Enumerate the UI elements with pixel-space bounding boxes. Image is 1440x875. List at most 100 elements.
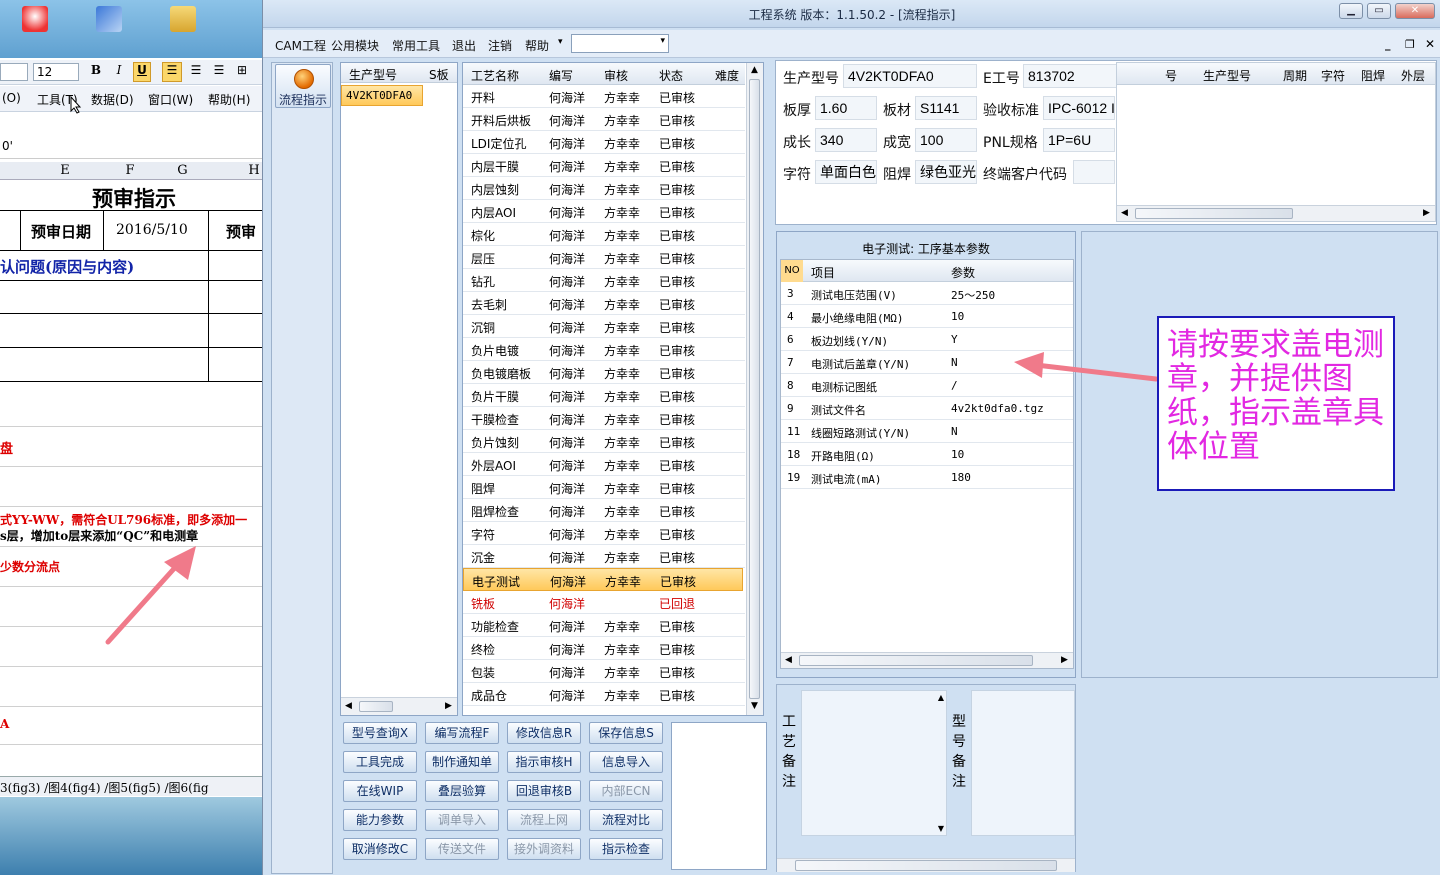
model-field[interactable]: 4V2KT0DFA0 (843, 64, 977, 88)
thickness-field[interactable]: 1.60 (815, 96, 877, 120)
table-row[interactable]: 内层干膜 何海洋 方幸幸 已审核 (463, 154, 745, 177)
folder-shortcut-icon[interactable] (170, 6, 196, 32)
hist-col-char[interactable]: 字符 (1321, 67, 1345, 84)
action-button[interactable]: 传送文件 (425, 838, 499, 860)
table-row[interactable]: 干膜检查 何海洋 方幸幸 已审核 (463, 407, 745, 430)
scroll-down-icon[interactable]: ▼ (938, 824, 944, 833)
menu-cam[interactable]: CAM工程 (275, 37, 326, 54)
action-button[interactable]: 指示检查 (589, 838, 663, 860)
history-hscroll[interactable]: ◀ ▶ (1117, 205, 1435, 221)
table-row[interactable]: 层压 何海洋 方幸幸 已审核 (463, 246, 745, 269)
pdf-app-icon[interactable] (22, 6, 48, 32)
model-list-hscroll[interactable]: ◀ ▶ (341, 697, 457, 715)
mdi-close-icon[interactable]: ✕ (1425, 37, 1435, 51)
hist-col-outer[interactable]: 外层 (1401, 67, 1425, 84)
mdi-restore-icon[interactable]: ❐ (1405, 38, 1415, 51)
app-shortcut-icon[interactable] (96, 6, 122, 32)
col-header-g[interactable]: G (160, 163, 205, 178)
table-row[interactable]: 沉金 何海洋 方幸幸 已审核 (463, 545, 745, 568)
scroll-right-icon[interactable]: ▶ (445, 701, 452, 711)
action-button[interactable]: 工具完成 (343, 751, 417, 773)
action-button[interactable]: 编写流程F (425, 722, 499, 744)
table-row[interactable]: 内层AOI 何海洋 方幸幸 已审核 (463, 200, 745, 223)
pnl-field[interactable]: 1P=6U (1043, 128, 1115, 152)
action-button[interactable]: 保存信息S (589, 722, 663, 744)
table-row[interactable]: 终检 何海洋 方幸幸 已审核 (463, 637, 745, 660)
align-left-icon[interactable]: ☰ (162, 62, 182, 82)
scroll-thumb[interactable] (1135, 208, 1293, 219)
menu-exit[interactable]: 退出 (452, 37, 476, 54)
table-row[interactable]: 外层AOI 何海洋 方幸幸 已审核 (463, 453, 745, 476)
action-button[interactable]: 信息导入 (589, 751, 663, 773)
character-field[interactable]: 单面白色 (815, 160, 877, 184)
underline-icon[interactable]: U (133, 62, 151, 82)
hist-col-period[interactable]: 周期 (1283, 67, 1307, 84)
menu-help[interactable]: 帮助 (525, 37, 549, 54)
close-icon[interactable]: ✕ (1395, 3, 1435, 19)
scroll-up-icon[interactable]: ▲ (938, 693, 944, 702)
process-instruction-button[interactable]: 流程指示 (275, 64, 331, 108)
table-row[interactable]: 去毛刺 何海洋 方幸幸 已审核 (463, 292, 745, 315)
maximize-icon[interactable]: ▭ (1367, 3, 1391, 19)
table-row[interactable]: 负片电镀 何海洋 方幸幸 已审核 (463, 338, 745, 361)
width-field[interactable]: 100 (915, 128, 977, 152)
align-center-icon[interactable]: ☰ (186, 63, 206, 81)
length-field[interactable]: 340 (815, 128, 877, 152)
minimize-icon[interactable]: ▁ (1339, 3, 1363, 19)
action-button[interactable]: 指示审核H (507, 751, 581, 773)
table-row[interactable]: 电子测试 何海洋 方幸幸 已审核 (463, 568, 743, 591)
customer-code-field[interactable] (1073, 160, 1115, 184)
action-button[interactable]: 型号查询X (343, 722, 417, 744)
formula-bar[interactable] (0, 135, 268, 159)
font-size-combo[interactable]: 12 (33, 63, 79, 81)
table-row[interactable]: 开料 何海洋 方幸幸 已审核 (463, 85, 745, 108)
table-row[interactable]: 成品仓 何海洋 方幸幸 已审核 (463, 683, 745, 706)
menu-logout[interactable]: 注销 (488, 37, 512, 54)
scroll-left-icon[interactable]: ◀ (1121, 208, 1128, 218)
sheet-tabs[interactable]: 3(fig3) /图4(fig4) /图5(fig5) /图6(fig (0, 779, 209, 796)
table-row[interactable]: 负电镀磨板 何海洋 方幸幸 已审核 (463, 361, 745, 384)
model-list-item[interactable]: 4V2KT0DFA0 (341, 85, 423, 106)
help-dropdown-icon[interactable]: ▾ (558, 37, 563, 47)
col-process-name[interactable]: 工艺名称 (471, 67, 519, 84)
table-row[interactable]: 铣板 何海洋 已回退 (463, 591, 745, 614)
toolbar-combo[interactable]: ▾ (571, 34, 669, 53)
table-row[interactable]: 功能检查 何海洋 方幸幸 已审核 (463, 614, 745, 637)
param-row[interactable]: 3 测试电压范围(V) 25～250 (781, 282, 1073, 305)
scroll-thumb[interactable] (359, 701, 393, 712)
mask-field[interactable]: 绿色亚光 (915, 160, 977, 184)
table-row[interactable]: LDI定位孔 何海洋 方幸幸 已审核 (463, 131, 745, 154)
table-row[interactable]: 棕化 何海洋 方幸幸 已审核 (463, 223, 745, 246)
action-button[interactable]: 调单导入 (425, 809, 499, 831)
scroll-left-icon[interactable]: ◀ (345, 701, 352, 711)
table-row[interactable]: 内层蚀刻 何海洋 方幸幸 已审核 (463, 177, 745, 200)
scroll-down-icon[interactable]: ▼ (751, 701, 758, 711)
table-row[interactable]: 阻焊 何海洋 方幸幸 已审核 (463, 476, 745, 499)
scroll-up-icon[interactable]: ▲ (751, 65, 758, 75)
col-header-e[interactable]: E (30, 163, 100, 178)
param-row[interactable]: 18 开路电阻(Ω) 10 (781, 443, 1073, 466)
col-writer[interactable]: 编写 (549, 67, 573, 84)
param-row[interactable]: 9 测试文件名 4v2kt0dfa0.tgz (781, 397, 1073, 420)
scroll-thumb[interactable] (749, 79, 760, 699)
param-col-no[interactable]: NO (781, 260, 803, 282)
table-row[interactable]: 沉铜 何海洋 方幸幸 已审核 (463, 315, 745, 338)
menu-common-tools[interactable]: 常用工具 (392, 37, 440, 54)
table-row[interactable]: 包装 何海洋 方幸幸 已审核 (463, 660, 745, 683)
param-row[interactable]: 11 线圈短路测试(Y/N) N (781, 420, 1073, 443)
material-field[interactable]: S1141 (915, 96, 977, 120)
hist-col-no[interactable]: 号 (1165, 67, 1177, 84)
excel-menu-data[interactable]: 数据(D) (91, 91, 134, 108)
table-row[interactable]: 阻焊检查 何海洋 方幸幸 已审核 (463, 499, 745, 522)
col-difficulty[interactable]: 难度 (715, 67, 739, 84)
action-button[interactable]: 能力参数 (343, 809, 417, 831)
action-button[interactable]: 接外调资料 (507, 838, 581, 860)
excel-menu-window[interactable]: 窗口(W) (148, 91, 193, 108)
scroll-right-icon[interactable]: ▶ (1423, 208, 1430, 218)
s-board-col-header[interactable]: S板 (429, 66, 449, 83)
action-button[interactable]: 制作通知单 (425, 751, 499, 773)
menu-common-module[interactable]: 公用模块 (331, 37, 379, 54)
merge-cells-icon[interactable]: ⊞ (232, 63, 252, 81)
scroll-thumb[interactable] (799, 655, 1033, 666)
param-row[interactable]: 19 测试电流(mA) 180 (781, 466, 1073, 489)
